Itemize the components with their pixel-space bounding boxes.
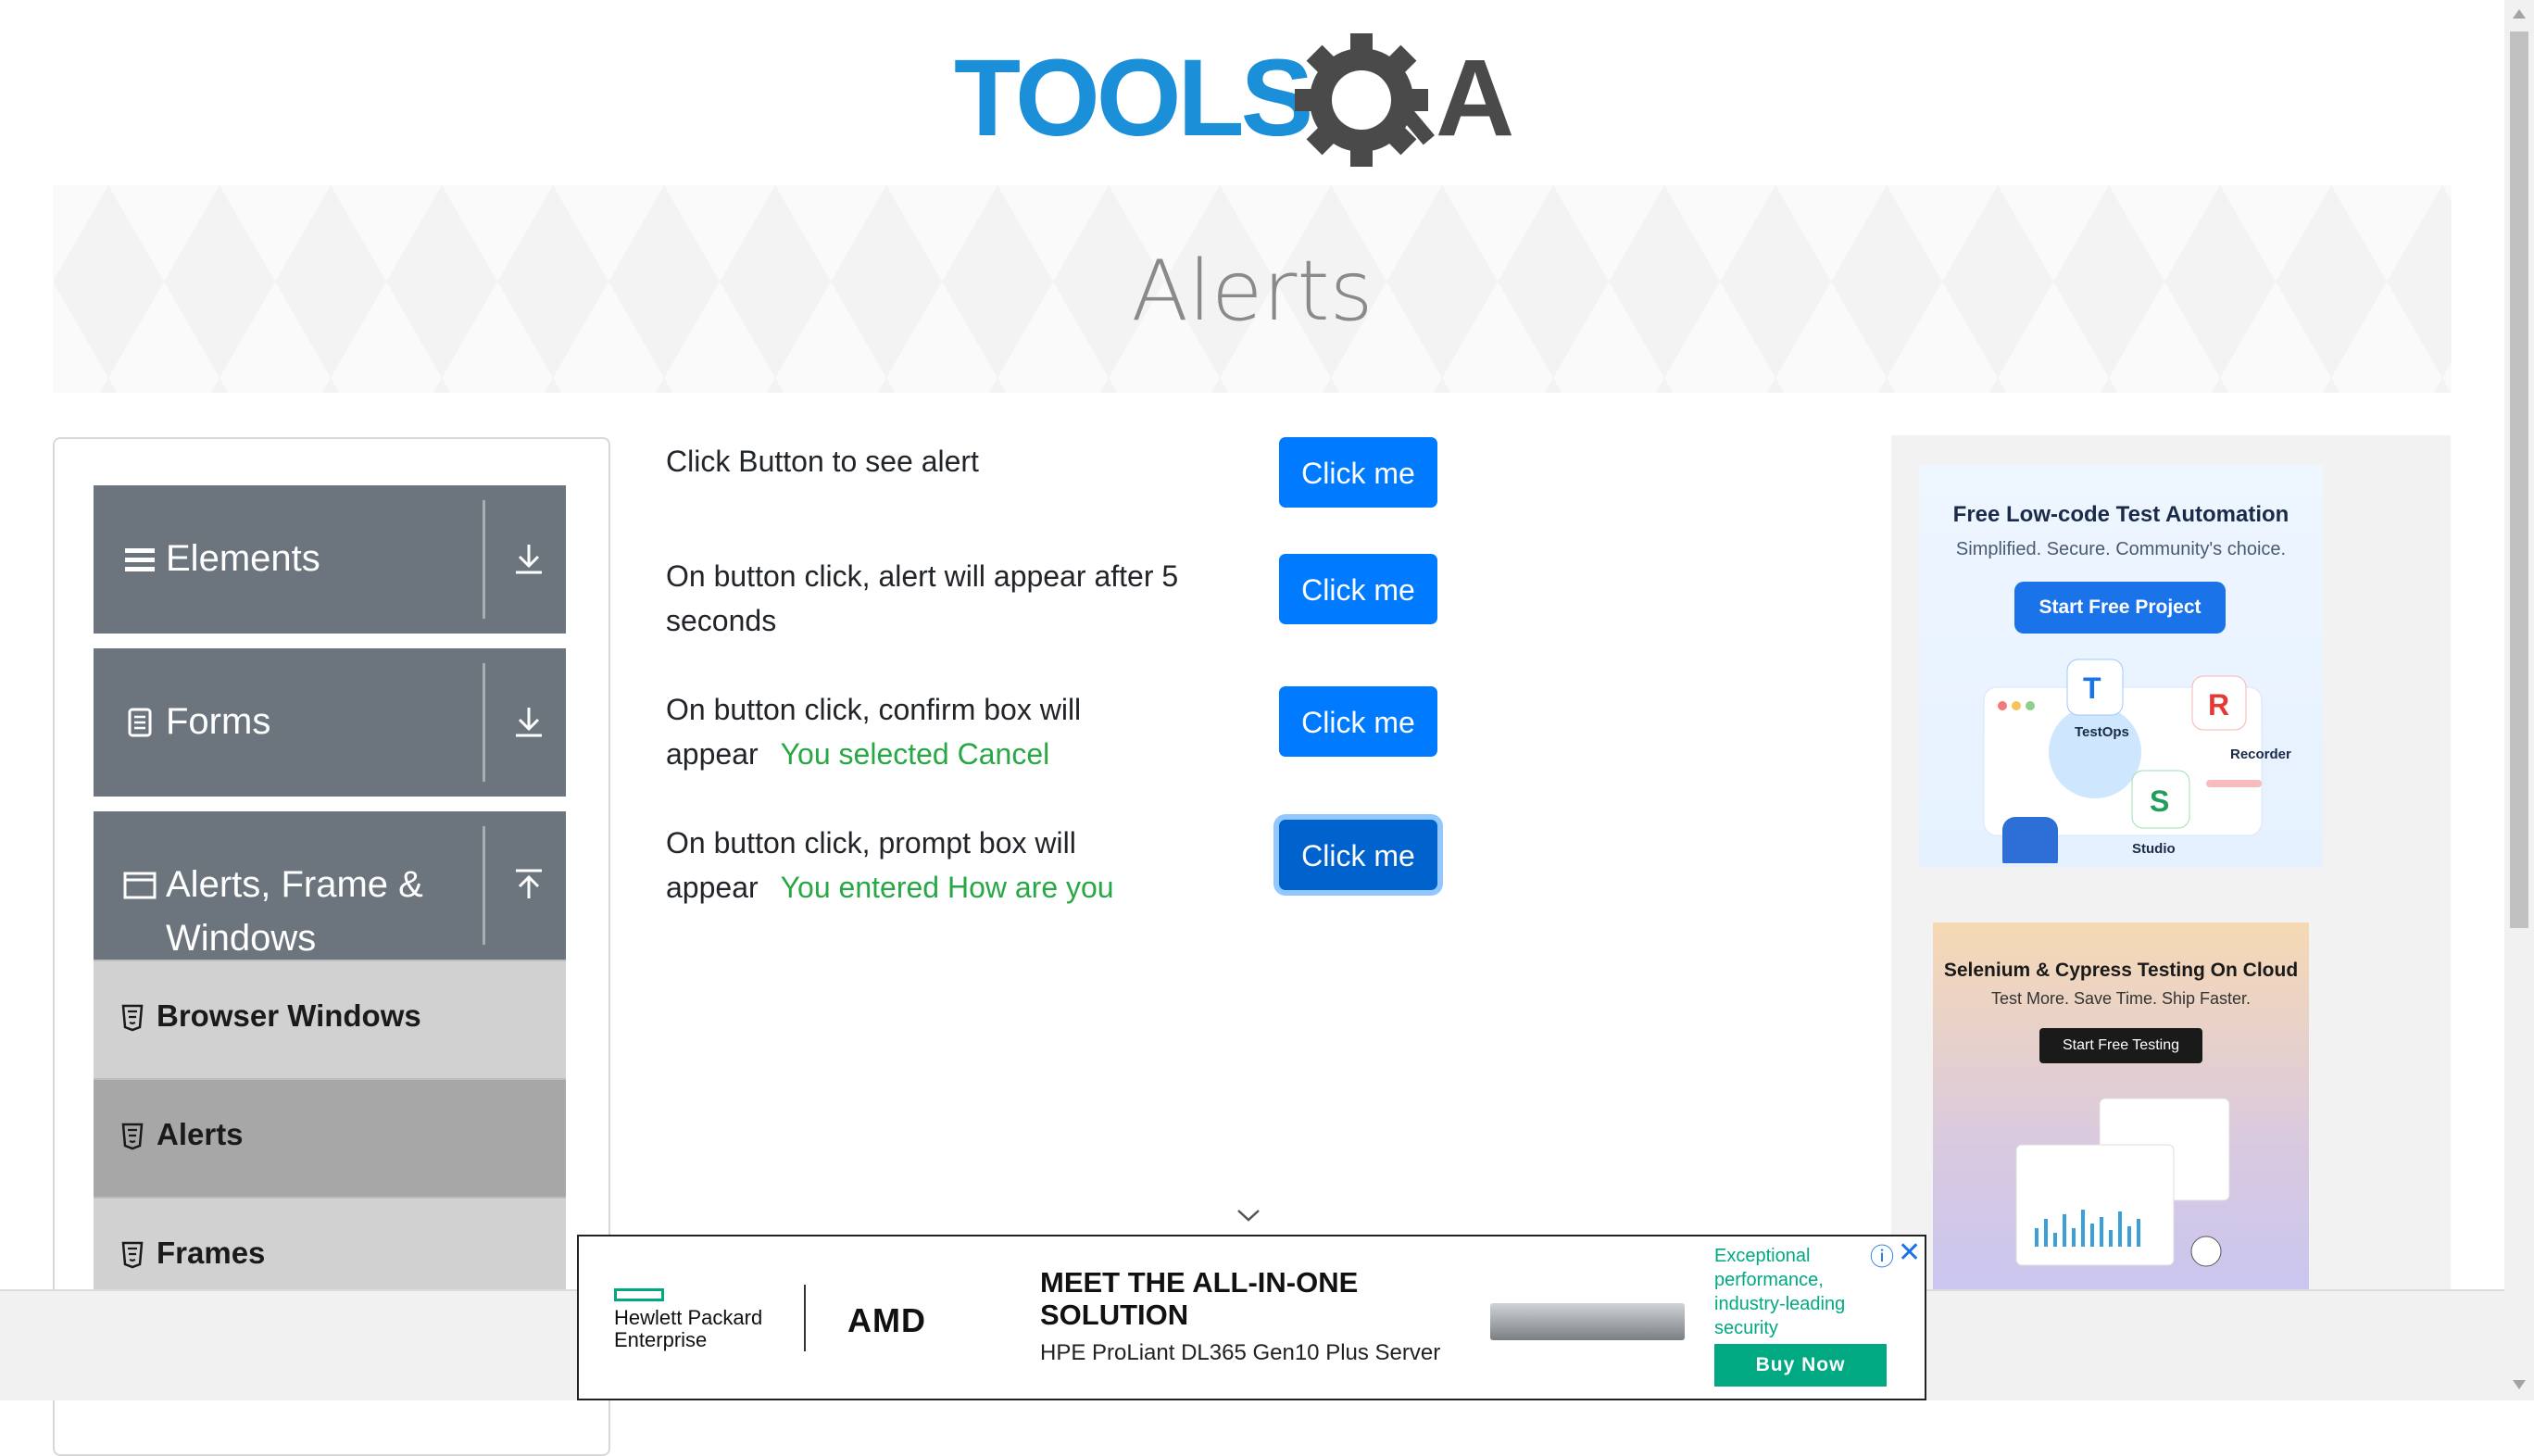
ad-subheadline: HPE ProLiant DL365 Gen10 Plus Server — [1040, 1340, 1441, 1365]
sidebar-group-label: Forms — [166, 701, 271, 742]
hpe-brand: Hewlett Packard Enterprise — [614, 1307, 762, 1351]
hpe-logo-icon — [614, 1288, 664, 1301]
lambdatest-ad[interactable]: Selenium & Cypress Testing On Cloud Test… — [1933, 923, 2309, 1297]
buy-now-button[interactable]: Buy Now — [1714, 1344, 1887, 1387]
page-banner: Alerts — [53, 185, 2452, 393]
scrollbar-thumb[interactable] — [2510, 31, 2528, 928]
katalon-ad[interactable]: Free Low-code Test Automation Simplified… — [1919, 465, 2323, 867]
html5-icon — [121, 1123, 144, 1150]
logo-text-tools: TOOLS — [954, 37, 1311, 159]
close-icon[interactable]: ✕ — [1898, 1236, 1921, 1269]
ad-subtitle: Test More. Save Time. Ship Faster. — [1990, 989, 2252, 1008]
row-text: Click Button to see alert — [666, 445, 979, 478]
ad-label-studio: Studio — [2132, 841, 2176, 857]
prompt-button[interactable]: Click me — [1279, 820, 1437, 890]
row-text: On button click, alert will appear after… — [666, 559, 1179, 637]
divider — [804, 1285, 806, 1351]
logo-graphic: TOOLS A — [954, 33, 1514, 167]
document-icon — [128, 708, 152, 737]
html5-icon — [121, 1004, 144, 1032]
download-icon — [516, 708, 542, 737]
ad-title: Free Low-code Test Automation — [1952, 502, 2289, 527]
sidebar-group-alerts-frame-windows[interactable]: Alerts, Frame & Windows — [94, 811, 566, 960]
divider — [483, 826, 485, 945]
sidebar-group-label: Alerts, Frame & Windows — [166, 864, 423, 959]
gear-icon — [1295, 33, 1436, 167]
start-free-testing-button[interactable]: Start Free Testing — [2039, 1028, 2202, 1063]
ad-headline: MEET THE ALL-IN-ONE SOLUTION — [1040, 1266, 1359, 1331]
alert-row-label: Click Button to see alert — [666, 439, 1212, 483]
scrollbar[interactable] — [2504, 0, 2534, 1400]
toolsqa-logo[interactable]: TOOLS A — [954, 26, 1556, 174]
html5-icon — [121, 1241, 144, 1269]
page-title: Alerts — [1131, 243, 1374, 340]
prompt-result: You entered How are you — [780, 871, 1114, 904]
timer-alert-button[interactable]: Click me — [1279, 554, 1437, 624]
download-icon — [516, 545, 542, 574]
ad-description: Exceptional performance, industry-leadin… — [1714, 1246, 1846, 1338]
logo-text-a: A — [1436, 37, 1514, 159]
divider — [483, 500, 485, 619]
sidebar-item-label: Frames — [157, 1236, 266, 1270]
amd-logo: AMD — [847, 1301, 926, 1339]
confirm-button[interactable]: Click me — [1279, 686, 1437, 757]
svg-text:S: S — [2150, 784, 2169, 818]
chevron-down-icon[interactable] — [1236, 1206, 1261, 1224]
ad-title: Selenium & Cypress Testing On Cloud — [1943, 960, 2299, 981]
start-free-project-button[interactable]: Start Free Project — [2014, 582, 2226, 634]
timer-alert-row-label: On button click, alert will appear after… — [666, 554, 1203, 643]
upload-icon — [516, 869, 542, 898]
alert-button[interactable]: Click me — [1279, 437, 1437, 508]
sidebar-group-label: Elements — [166, 538, 320, 579]
sidebar-item-label: Browser Windows — [157, 998, 421, 1033]
hpe-banner-ad[interactable]: Hewlett Packard Enterprise AMD MEET THE … — [577, 1235, 1926, 1400]
brand-line-1: Hewlett Packard — [614, 1306, 763, 1329]
divider — [483, 663, 485, 782]
prompt-row-label: On button click, prompt box will appear Y… — [666, 821, 1148, 910]
ad-label-testops: TestOps — [2075, 724, 2129, 740]
hamburger-icon — [125, 548, 155, 571]
confirm-result: You selected Cancel — [780, 737, 1050, 771]
sidebar-item-browser-windows[interactable]: Browser Windows — [94, 960, 566, 1078]
ad-subtitle: Simplified. Secure. Community's choice. — [1955, 539, 2287, 559]
brand-line-2: Enterprise — [614, 1328, 708, 1351]
sidebar-group-elements[interactable]: Elements — [94, 485, 566, 634]
info-icon[interactable]: ⓘ — [1870, 1238, 1894, 1273]
server-image — [1490, 1303, 1685, 1340]
ad-illustration — [2015, 1098, 2230, 1267]
window-icon — [123, 872, 157, 899]
sidebar-group-forms[interactable]: Forms — [94, 648, 566, 797]
svg-text:R: R — [2208, 688, 2229, 722]
scroll-up-icon[interactable] — [2513, 9, 2526, 19]
ad-label-recorder: Recorder — [2230, 747, 2291, 762]
sidebar-item-label: Alerts — [157, 1117, 244, 1151]
scroll-down-icon[interactable] — [2513, 1380, 2526, 1389]
svg-text:T: T — [2083, 672, 2101, 705]
confirm-row-label: On button click, confirm box will appear… — [666, 687, 1148, 776]
sidebar-item-alerts[interactable]: Alerts — [94, 1078, 566, 1197]
